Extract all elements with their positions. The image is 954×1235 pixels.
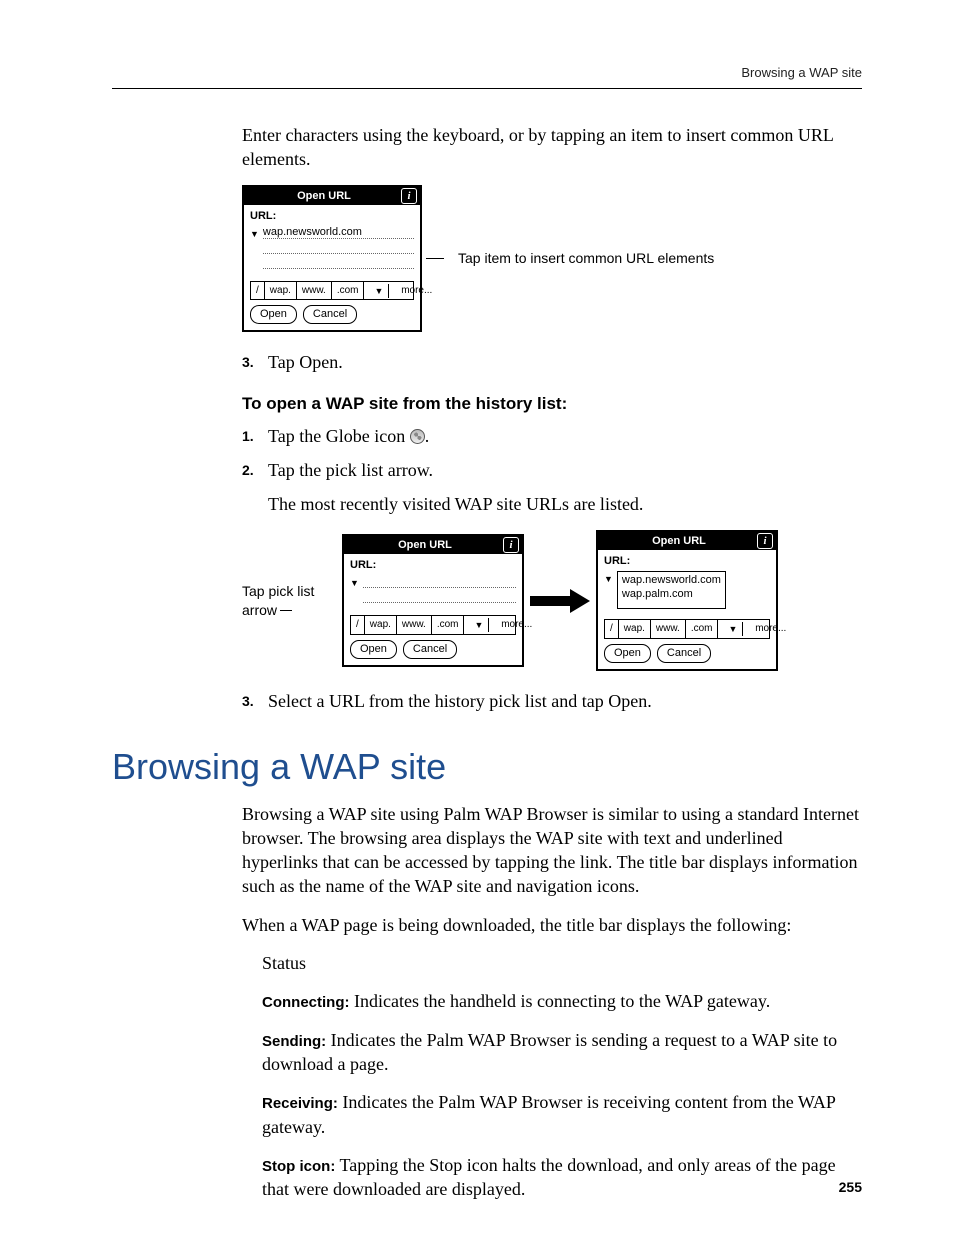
shortcut-com[interactable]: .com — [332, 282, 365, 300]
picklist-arrow-icon[interactable]: ▼ — [250, 226, 259, 240]
open-button[interactable]: Open — [250, 305, 297, 324]
step-text: Tap the Globe icon . — [268, 424, 862, 448]
shortcut-more[interactable]: ▼ more... — [464, 616, 542, 634]
open-button[interactable]: Open — [604, 644, 651, 663]
url-input-line3[interactable] — [263, 256, 414, 269]
cancel-button[interactable]: Cancel — [303, 305, 357, 324]
figure-open-url-1: Open URL i URL: ▼ wap.newsworld.com — [242, 185, 862, 332]
cancel-button[interactable]: Cancel — [403, 640, 457, 659]
globe-icon — [410, 429, 425, 444]
step-number: 3. — [242, 350, 268, 374]
shortcut-www[interactable]: www. — [651, 620, 686, 638]
step-text: Tap the pick list arrow. — [268, 458, 862, 482]
callout-leader — [426, 258, 444, 259]
url-input[interactable] — [363, 575, 516, 588]
figure2-callout: Tap pick list arrow — [242, 582, 338, 620]
shortcut-www[interactable]: www. — [397, 616, 432, 634]
url-shortcut-bar: / wap. www. .com ▼ more... — [350, 615, 516, 635]
url-shortcut-bar: / wap. www. .com ▼ more... — [604, 619, 770, 639]
dialog-title: Open URL — [247, 189, 401, 204]
url-label: URL: — [604, 554, 770, 569]
def-stop-icon: Stop icon: Tapping the Stop icon halts t… — [262, 1153, 862, 1202]
shortcut-wap[interactable]: wap. — [365, 616, 397, 634]
shortcut-more[interactable]: ▼ more... — [364, 282, 442, 300]
section-paragraph-1: Browsing a WAP site using Palm WAP Brows… — [242, 802, 862, 899]
step-1: 1. Tap the Globe icon . — [242, 424, 862, 448]
dialog-title: Open URL — [347, 538, 503, 553]
shortcut-www[interactable]: www. — [297, 282, 332, 300]
step-2: 2. Tap the pick list arrow. — [242, 458, 862, 482]
shortcut-slash[interactable]: / — [351, 616, 365, 634]
section-heading: Browsing a WAP site — [112, 743, 862, 792]
url-input[interactable]: wap.newsworld.com — [263, 226, 414, 239]
palm-dialog-after: Open URL i URL: ▼ wap.newsworld.com wap.… — [596, 530, 778, 670]
step-3b: 3. Select a URL from the history pick li… — [242, 689, 862, 713]
info-icon[interactable]: i — [503, 537, 519, 553]
page-number: 255 — [839, 1178, 862, 1197]
shortcut-slash[interactable]: / — [251, 282, 265, 300]
step-number: 1. — [242, 424, 268, 448]
palm-dialog-before: Open URL i URL: ▼ / wap. — [342, 534, 524, 666]
section-paragraph-2: When a WAP page is being downloaded, the… — [242, 913, 862, 937]
info-icon[interactable]: i — [757, 533, 773, 549]
dialog-title: Open URL — [601, 534, 757, 549]
shortcut-wap[interactable]: wap. — [619, 620, 651, 638]
step-3a: 3. Tap Open. — [242, 350, 862, 374]
status-label: Status — [262, 951, 862, 975]
picklist-arrow-icon[interactable]: ▼ — [350, 575, 359, 589]
intro-paragraph: Enter characters using the keyboard, or … — [242, 123, 862, 172]
step2-note: The most recently visited WAP site URLs … — [268, 492, 862, 516]
sequence-arrow-icon — [530, 589, 590, 613]
figure1-callout: Tap item to insert common URL elements — [458, 249, 714, 268]
url-shortcut-bar: / wap. www. .com ▼ more... — [250, 281, 414, 301]
figure-history-sequence: Tap pick list arrow Open URL i URL: ▼ — [242, 530, 862, 670]
shortcut-com[interactable]: .com — [432, 616, 465, 634]
picklist-arrow-icon[interactable]: ▼ — [604, 571, 613, 585]
url-label: URL: — [350, 558, 516, 573]
def-receiving: Receiving: Indicates the Palm WAP Browse… — [262, 1090, 862, 1139]
open-button[interactable]: Open — [350, 640, 397, 659]
url-input-line2[interactable] — [263, 241, 414, 254]
shortcut-com[interactable]: .com — [686, 620, 719, 638]
step-text: Select a URL from the history pick list … — [268, 689, 862, 713]
shortcut-more[interactable]: ▼ more... — [718, 620, 796, 638]
subheading-history: To open a WAP site from the history list… — [242, 393, 862, 416]
def-sending: Sending: Indicates the Palm WAP Browser … — [262, 1028, 862, 1077]
palm-dialog: Open URL i URL: ▼ wap.newsworld.com — [242, 185, 422, 332]
header-rule — [112, 88, 862, 89]
shortcut-slash[interactable]: / — [605, 620, 619, 638]
history-picklist[interactable]: wap.newsworld.com wap.palm.com — [617, 571, 726, 609]
cancel-button[interactable]: Cancel — [657, 644, 711, 663]
step-text: Tap Open. — [268, 350, 862, 374]
step-number: 3. — [242, 689, 268, 713]
def-connecting: Connecting: Indicates the handheld is co… — [262, 989, 862, 1013]
history-item[interactable]: wap.palm.com — [622, 588, 721, 602]
step-number: 2. — [242, 458, 268, 482]
history-item[interactable]: wap.newsworld.com — [622, 574, 721, 588]
url-input-line2[interactable] — [363, 590, 516, 603]
info-icon[interactable]: i — [401, 188, 417, 204]
url-label: URL: — [250, 209, 414, 224]
running-header: Browsing a WAP site — [112, 64, 862, 82]
shortcut-wap[interactable]: wap. — [265, 282, 297, 300]
